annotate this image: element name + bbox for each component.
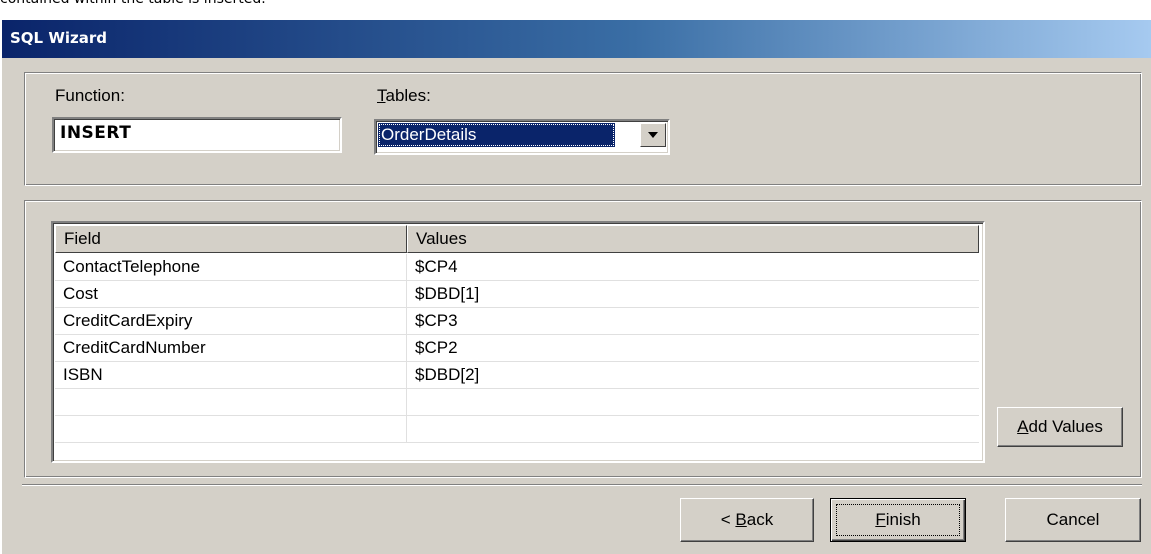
field-cell[interactable]: ContactTelephone: [55, 254, 407, 280]
tables-mnemonic: T: [377, 86, 386, 105]
back-label-prefix: <: [720, 510, 736, 529]
value-cell[interactable]: $CP3: [407, 308, 979, 334]
value-cell[interactable]: $DBD[2]: [407, 362, 979, 388]
table-row[interactable]: CreditCardNumber $CP2: [55, 335, 979, 362]
function-label: Function:: [55, 86, 125, 105]
add-values-label-rest: dd Values: [1028, 417, 1103, 436]
table-row[interactable]: CreditCardExpiry $CP3: [55, 308, 979, 335]
table-row[interactable]: ISBN $DBD[2]: [55, 362, 979, 389]
value-cell[interactable]: $CP4: [407, 254, 979, 280]
finish-label: Finish: [831, 510, 965, 530]
back-button[interactable]: < Back: [680, 498, 814, 542]
sql-wizard-dialog: SQL Wizard Function: INSERT Tables: Orde…: [2, 20, 1151, 554]
footer-separator-highlight: [22, 485, 1142, 486]
value-cell[interactable]: $DBD[1]: [407, 281, 979, 307]
query-settings-group: Function: INSERT Tables: OrderDetails: [24, 72, 1142, 186]
field-cell[interactable]: [55, 416, 407, 442]
column-header-field[interactable]: Field: [55, 225, 407, 253]
chevron-down-icon: [648, 132, 658, 138]
dropdown-button[interactable]: [640, 123, 666, 147]
table-row[interactable]: Cost $DBD[1]: [55, 281, 979, 308]
table-row[interactable]: [55, 416, 979, 443]
table-row[interactable]: ContactTelephone $CP4: [55, 254, 979, 281]
field-values-group: Field Values ContactTelephone $CP4 Cost …: [24, 200, 1142, 478]
value-cell[interactable]: $CP2: [407, 335, 979, 361]
back-label-rest: ack: [746, 510, 774, 529]
table-row[interactable]: [55, 389, 979, 416]
tables-label-rest: ables:: [385, 86, 431, 105]
field-cell[interactable]: ISBN: [55, 362, 407, 388]
tables-dropdown[interactable]: OrderDetails: [374, 119, 670, 155]
back-label: < Back: [681, 510, 813, 530]
page-caption: contained within the table is inserted.: [0, 0, 266, 9]
function-field[interactable]: INSERT: [52, 117, 342, 153]
cancel-label: Cancel: [1046, 510, 1100, 529]
finish-label-rest: inish: [885, 510, 921, 529]
field-cell[interactable]: CreditCardExpiry: [55, 308, 407, 334]
add-values-label: Add Values: [998, 417, 1122, 437]
field-cell[interactable]: [55, 389, 407, 415]
field-cell[interactable]: CreditCardNumber: [55, 335, 407, 361]
add-values-button[interactable]: Add Values: [997, 407, 1123, 447]
cancel-button[interactable]: Cancel: [1005, 498, 1141, 542]
tables-label: Tables:: [377, 86, 431, 106]
window-title: SQL Wizard: [10, 29, 108, 47]
finish-mnemonic: F: [875, 510, 886, 529]
title-bar[interactable]: SQL Wizard: [2, 20, 1151, 58]
tables-selected-value: OrderDetails: [378, 123, 615, 147]
finish-button[interactable]: Finish: [830, 498, 966, 542]
field-cell[interactable]: Cost: [55, 281, 407, 307]
back-mnemonic: B: [735, 510, 747, 529]
column-header-values[interactable]: Values: [407, 225, 979, 253]
field-values-grid[interactable]: Field Values ContactTelephone $CP4 Cost …: [51, 221, 985, 463]
value-cell[interactable]: [407, 416, 979, 442]
value-cell[interactable]: [407, 389, 979, 415]
add-values-mnemonic: A: [1017, 417, 1029, 436]
